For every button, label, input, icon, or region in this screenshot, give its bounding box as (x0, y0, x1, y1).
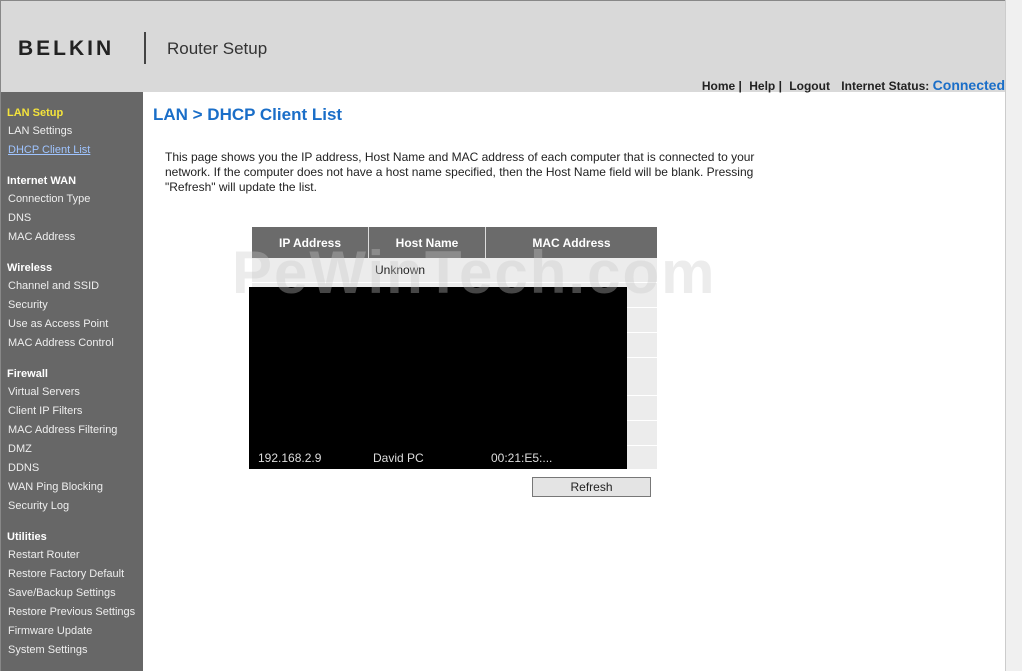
sidebar-item-mac-address[interactable]: MAC Address (8, 231, 75, 243)
sidebar-item-system-settings[interactable]: System Settings (8, 644, 87, 656)
page-title: LAN > DHCP Client List (153, 105, 343, 124)
sidebar-item-security[interactable]: Security (8, 299, 48, 311)
sidebar-item-mac-address-filtering[interactable]: MAC Address Filtering (8, 424, 117, 436)
sidebar-item-ddns[interactable]: DDNS (8, 462, 39, 474)
internet-status-value: Connected (932, 77, 1005, 93)
sidebar-item-client-ip-filters[interactable]: Client IP Filters (8, 405, 82, 417)
table-row: 192.168.2.9 David PC 00:21:E5:... (249, 447, 627, 469)
sidebar-item-mac-address-control[interactable]: MAC Address Control (8, 337, 114, 349)
sidebar-item-dns[interactable]: DNS (8, 212, 31, 224)
sidebar-item-restore-previous-settings[interactable]: Restore Previous Settings (8, 606, 135, 618)
sidebar-item-security-log[interactable]: Security Log (8, 500, 69, 512)
sidebar-item-wan-ping-blocking[interactable]: WAN Ping Blocking (8, 481, 103, 493)
sidebar-section-internet-wan: Internet WAN (7, 175, 77, 187)
sidebar-section-lan-setup: LAN Setup (7, 107, 64, 119)
column-header-host: Host Name (369, 227, 486, 258)
sidebar-item-firmware-update[interactable]: Firmware Update (8, 625, 92, 637)
sidebar-item-dmz[interactable]: DMZ (8, 443, 32, 455)
sidebar-item-channel-ssid[interactable]: Channel and SSID (8, 280, 99, 292)
column-header-ip: IP Address (252, 227, 369, 258)
help-link[interactable]: Help (749, 79, 775, 93)
sidebar-item-save-backup-settings[interactable]: Save/Backup Settings (8, 587, 116, 599)
sidebar-item-connection-type[interactable]: Connection Type (8, 193, 90, 205)
home-link[interactable]: Home (702, 79, 735, 93)
scrollbar[interactable] (1005, 0, 1022, 671)
sidebar-item-virtual-servers[interactable]: Virtual Servers (8, 386, 80, 398)
refresh-button[interactable]: Refresh (532, 477, 651, 497)
page-description: This page shows you the IP address, Host… (165, 150, 755, 194)
app-title: Router Setup (167, 39, 268, 58)
internet-status-label: Internet Status: (841, 79, 930, 93)
sidebar-item-lan-settings[interactable]: LAN Settings (8, 125, 72, 137)
sidebar-item-restart-router[interactable]: Restart Router (8, 549, 80, 561)
ip-cell: 192.168.2.9 (258, 451, 322, 465)
logout-link[interactable]: Logout (789, 79, 830, 93)
sidebar-item-dhcp-client-list[interactable]: DHCP Client List (8, 144, 90, 156)
logo-divider (144, 32, 146, 64)
redacted-area: 192.168.2.9 David PC 00:21:E5:... (249, 287, 627, 469)
sidebar-item-restore-factory-default[interactable]: Restore Factory Default (8, 568, 124, 580)
top-nav: Home | Help | Logout Internet Status: Co… (702, 77, 1005, 93)
sidebar-section-utilities: Utilities (7, 531, 47, 543)
nav-separator: | (778, 79, 782, 93)
mac-cell: 00:21:E5:... (491, 451, 553, 465)
host-cell: Unknown (375, 263, 426, 277)
column-header-mac: MAC Address (486, 227, 657, 258)
sidebar: LAN Setup LAN Settings DHCP Client List … (1, 92, 143, 671)
sidebar-item-use-as-access-point[interactable]: Use as Access Point (8, 318, 108, 330)
sidebar-section-wireless: Wireless (7, 262, 53, 274)
header: BELKIN Router Setup Home | Help | Logout… (1, 1, 1005, 93)
host-cell: David PC (373, 451, 424, 465)
nav-separator: | (738, 79, 742, 93)
belkin-logo: BELKIN (18, 37, 115, 60)
table-row: Unknown (252, 258, 657, 283)
sidebar-section-firewall: Firewall (7, 368, 48, 380)
